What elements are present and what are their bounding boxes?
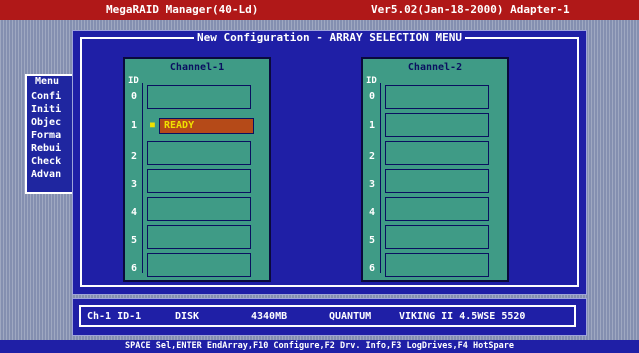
- column-divider: [142, 83, 143, 273]
- drive-model: VIKING II 4.5WSE 5520: [399, 311, 526, 322]
- channel-2-slot-6[interactable]: [385, 253, 489, 277]
- channel-1-slot-0[interactable]: [147, 85, 251, 109]
- channel-1-slot-2[interactable]: [147, 141, 251, 165]
- slot-id: 0: [131, 91, 138, 102]
- slot-id: 0: [369, 91, 376, 102]
- channel-2-slot-0[interactable]: [385, 85, 489, 109]
- channel-1-panel: Channel-1 ID 0 1 ■ READY 2 3 4 5 6: [123, 57, 271, 282]
- slot-id: 6: [369, 263, 376, 274]
- channel-1-slot-5[interactable]: [147, 225, 251, 249]
- key-help-bar: SPACE Sel,ENTER EndArray,F10 Configure,F…: [0, 340, 639, 353]
- selection-marker: ■: [150, 120, 155, 129]
- channel-1-slot-3[interactable]: [147, 169, 251, 193]
- channel-2-slot-1[interactable]: [385, 113, 489, 137]
- main-menu-title: Menu: [33, 76, 62, 87]
- menu-item-format[interactable]: Forma: [31, 129, 61, 142]
- title-bar: MegaRAID Manager(40-Ld) Ver5.02(Jan-18-2…: [0, 0, 639, 20]
- slot-id: 6: [131, 263, 138, 274]
- column-divider: [380, 83, 381, 273]
- slot-id: 1: [131, 120, 138, 131]
- menu-item-configure[interactable]: Confi: [31, 90, 61, 103]
- slot-id: 5: [131, 235, 138, 246]
- drive-size: 4340MB: [251, 311, 288, 322]
- dialog-title: New Configuration - ARRAY SELECTION MENU: [73, 31, 586, 44]
- channel-2-slot-3[interactable]: [385, 169, 489, 193]
- menu-item-initialize[interactable]: Initi: [31, 103, 61, 116]
- version-info: Ver5.02(Jan-18-2000) Adapter-1: [371, 3, 570, 16]
- slot-id: 3: [131, 179, 138, 190]
- menu-item-check[interactable]: Check: [31, 155, 61, 168]
- drive-info-box: Ch-1 ID-1 DISK 4340MB QUANTUM VIKING II …: [72, 298, 587, 336]
- id-column-label: ID: [128, 76, 139, 86]
- menu-item-objects[interactable]: Objec: [31, 116, 61, 129]
- channel-1-slot-6[interactable]: [147, 253, 251, 277]
- channel-2-panel: Channel-2 ID 0 1 2 3 4 5 6: [361, 57, 509, 282]
- slot-id: 4: [369, 207, 376, 218]
- slot-id: 3: [369, 179, 376, 190]
- drive-location: Ch-1 ID-1: [87, 311, 142, 322]
- drive-type: DISK: [175, 311, 200, 322]
- menu-item-advanced[interactable]: Advan: [31, 168, 61, 181]
- array-selection-dialog: New Configuration - ARRAY SELECTION MENU…: [72, 30, 587, 295]
- channel-1-slot-4[interactable]: [147, 197, 251, 221]
- id-column-label: ID: [366, 76, 377, 86]
- slot-id: 5: [369, 235, 376, 246]
- channel-2-slot-4[interactable]: [385, 197, 489, 221]
- menu-item-rebuild[interactable]: Rebui: [31, 142, 61, 155]
- channel-label: Channel-2: [407, 62, 463, 73]
- drive-vendor: QUANTUM: [329, 311, 372, 322]
- channel-1-slot-1[interactable]: READY: [159, 118, 254, 134]
- channel-2-slot-5[interactable]: [385, 225, 489, 249]
- drive-state: READY: [164, 120, 195, 131]
- slot-id: 2: [369, 151, 376, 162]
- slot-id: 1: [369, 120, 376, 131]
- app-title: MegaRAID Manager(40-Ld): [106, 3, 259, 16]
- channel-label: Channel-1: [169, 62, 225, 73]
- drive-info-frame: Ch-1 ID-1 DISK 4340MB QUANTUM VIKING II …: [79, 305, 576, 327]
- slot-id: 2: [131, 151, 138, 162]
- slot-id: 4: [131, 207, 138, 218]
- channel-2-slot-2[interactable]: [385, 141, 489, 165]
